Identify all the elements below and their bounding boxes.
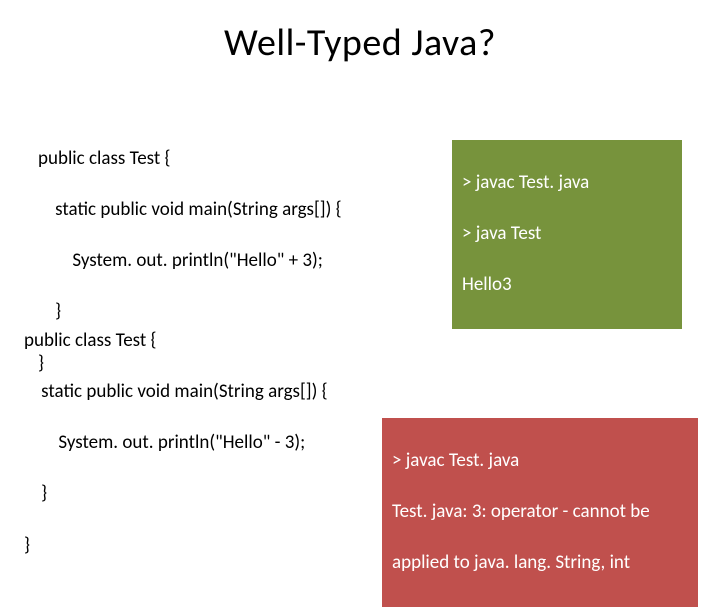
code-line: public class Test {	[38, 146, 342, 172]
code-block-minus: public class Test { static public void m…	[24, 302, 328, 584]
code-line: static public void main(String args[]) {	[24, 379, 328, 405]
output-line: > javac Test. java	[392, 448, 688, 474]
code-line: System. out. println("Hello" + 3);	[38, 248, 342, 274]
output-line: Test. java: 3: operator - cannot be	[392, 499, 688, 525]
output-line: Hello3	[462, 272, 672, 298]
output-line: > java Test	[462, 221, 672, 247]
code-line: static public void main(String args[]) {	[38, 197, 342, 223]
code-line: }	[24, 481, 328, 507]
output-error-box: > javac Test. java Test. java: 3: operat…	[382, 418, 698, 607]
code-line: }	[24, 533, 328, 559]
slide-title: Well-Typed Java?	[0, 20, 720, 66]
code-line: System. out. println("Hello" - 3);	[24, 430, 328, 456]
output-line: > javac Test. java	[462, 170, 672, 196]
output-success-box: > javac Test. java > java Test Hello3	[452, 140, 682, 329]
code-line: public class Test {	[24, 328, 328, 354]
output-line: applied to java. lang. String, int	[392, 550, 688, 576]
